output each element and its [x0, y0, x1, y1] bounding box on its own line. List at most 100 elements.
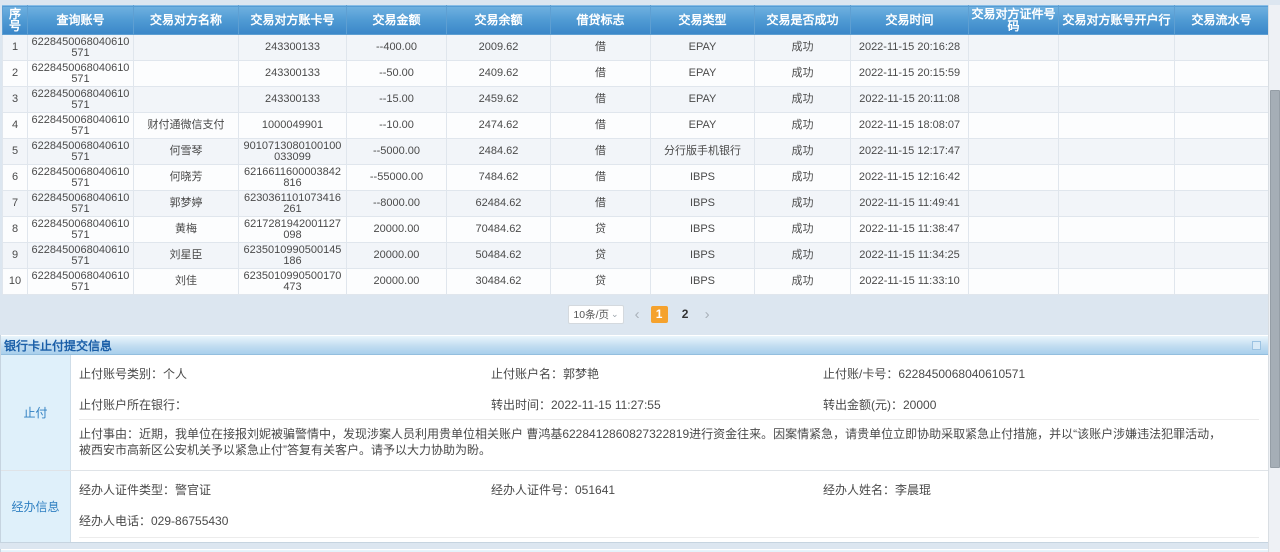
table-cell: IBPS [651, 217, 755, 243]
table-cell [1175, 139, 1269, 165]
vertical-scrollbar[interactable] [1268, 5, 1280, 552]
table-cell [1175, 269, 1269, 295]
table-row[interactable]: 66228450068040610571何晓芳62166116000038428… [3, 165, 1269, 191]
table-cell [1059, 217, 1175, 243]
table-cell: 6216611600003842816 [239, 165, 347, 191]
table-cell: 9010713080100100033099 [239, 139, 347, 165]
table-cell [1059, 113, 1175, 139]
table-cell [1175, 191, 1269, 217]
table-cell: 8 [3, 217, 28, 243]
table-cell: 6217281942001127098 [239, 217, 347, 243]
page-button-2[interactable]: 2 [677, 306, 694, 323]
pagination: 10条/页 ⌄ ‹ 1 2 › [0, 299, 1280, 329]
table-cell: 2022-11-15 20:11:08 [851, 87, 969, 113]
table-cell: 刘佳 [134, 269, 239, 295]
table-cell: 2022-11-15 12:17:47 [851, 139, 969, 165]
column-header: 交易余额 [447, 6, 551, 35]
table-cell: 成功 [755, 269, 851, 295]
table-cell: 贷 [551, 243, 651, 269]
table-cell: 成功 [755, 139, 851, 165]
column-header: 序号 [3, 6, 28, 35]
header-row: 序号查询账号交易对方名称交易对方账卡号交易金额交易余额借贷标志交易类型交易是否成… [3, 6, 1269, 35]
table-row[interactable]: 26228450068040610571243300133--50.002409… [3, 61, 1269, 87]
table-cell: 6228450068040610571 [28, 35, 134, 61]
table-cell: 2459.62 [447, 87, 551, 113]
table-cell [969, 113, 1059, 139]
table-row[interactable]: 56228450068040610571何雪琴90107130801001000… [3, 139, 1269, 165]
table-cell [1175, 87, 1269, 113]
table-cell: IBPS [651, 243, 755, 269]
table-cell: 郭梦婷 [134, 191, 239, 217]
divider [79, 537, 1259, 538]
table-cell: --10.00 [347, 113, 447, 139]
table-cell: 贷 [551, 217, 651, 243]
table-cell [134, 61, 239, 87]
table-cell: 243300133 [239, 87, 347, 113]
table-row[interactable]: 36228450068040610571243300133--15.002459… [3, 87, 1269, 113]
table-cell: EPAY [651, 87, 755, 113]
table-cell [969, 87, 1059, 113]
table-cell: 2 [3, 61, 28, 87]
stop-payment-body: 止付 止付账号类别：个人 止付账户名：郭梦艳 止付账/卡号：6228450068… [1, 355, 1269, 542]
table-cell [969, 139, 1059, 165]
table-cell [1059, 269, 1175, 295]
column-header: 借贷标志 [551, 6, 651, 35]
table-cell: 6235010990500170473 [239, 269, 347, 295]
collapse-icon[interactable] [1252, 341, 1261, 350]
table-cell: 6228450068040610571 [28, 217, 134, 243]
table-cell: 成功 [755, 191, 851, 217]
table-row[interactable]: 16228450068040610571243300133--400.00200… [3, 35, 1269, 61]
table-cell: EPAY [651, 113, 755, 139]
field-account-name: 止付账户名：郭梦艳 [491, 365, 823, 382]
table-cell [969, 165, 1059, 191]
table-cell: 6228450068040610571 [28, 139, 134, 165]
table-cell: 借 [551, 87, 651, 113]
field-transfer-amount: 转出金额(元)：20000 [823, 396, 1259, 413]
table-cell [1175, 243, 1269, 269]
table-row[interactable]: 76228450068040610571郭梦婷62303611010734162… [3, 191, 1269, 217]
table-cell: 成功 [755, 165, 851, 191]
table-cell: 7484.62 [447, 165, 551, 191]
table-cell [969, 243, 1059, 269]
stop-payment-section-header: 银行卡止付提交信息 [1, 335, 1269, 355]
table-row[interactable]: 86228450068040610571黄梅621728194200112709… [3, 217, 1269, 243]
table-cell [1175, 61, 1269, 87]
field-row: 止付账号类别：个人 止付账户名：郭梦艳 止付账/卡号：6228450068040… [79, 357, 1259, 388]
page-size-select[interactable]: 10条/页 ⌄ [568, 305, 623, 324]
column-header: 交易对方名称 [134, 6, 239, 35]
page: 序号查询账号交易对方名称交易对方账卡号交易金额交易余额借贷标志交易类型交易是否成… [0, 0, 1280, 552]
table-cell: 9 [3, 243, 28, 269]
table-cell: IBPS [651, 269, 755, 295]
table-cell: 借 [551, 35, 651, 61]
table-cell: 何晓芳 [134, 165, 239, 191]
column-header: 查询账号 [28, 6, 134, 35]
table-cell: 2022-11-15 11:33:10 [851, 269, 969, 295]
prev-page-button[interactable]: ‹ [633, 307, 642, 322]
table-cell: 20000.00 [347, 217, 447, 243]
page-button-1[interactable]: 1 [651, 306, 668, 323]
scrollbar-thumb[interactable] [1270, 90, 1280, 468]
table-row[interactable]: 46228450068040610571财付通微信支付1000049901--1… [3, 113, 1269, 139]
table-cell: 2022-11-15 20:16:28 [851, 35, 969, 61]
table-cell: 借 [551, 165, 651, 191]
table-cell [1175, 35, 1269, 61]
table-cell: 借 [551, 139, 651, 165]
table-cell [1059, 61, 1175, 87]
column-header: 交易时间 [851, 6, 969, 35]
stop-payment-section: 银行卡止付提交信息 止付 止付账号类别：个人 止付账户名：郭梦艳 止付账/卡号：… [0, 335, 1270, 543]
table-cell [1059, 165, 1175, 191]
table-cell: 成功 [755, 243, 851, 269]
table-cell [1059, 139, 1175, 165]
table-cell: 6 [3, 165, 28, 191]
table-cell [969, 217, 1059, 243]
table-cell: 6228450068040610571 [28, 87, 134, 113]
table-cell: 2022-11-15 12:16:42 [851, 165, 969, 191]
next-page-button[interactable]: › [703, 307, 712, 322]
field-transfer-time: 转出时间：2022-11-15 11:27:55 [491, 396, 823, 413]
table-cell: 分行版手机银行 [651, 139, 755, 165]
table-row[interactable]: 106228450068040610571刘佳62350109905001704… [3, 269, 1269, 295]
table-cell: 2022-11-15 11:49:41 [851, 191, 969, 217]
table-cell: 2484.62 [447, 139, 551, 165]
table-row[interactable]: 96228450068040610571刘星臣62350109905001451… [3, 243, 1269, 269]
group-label-stop-payment: 止付 [1, 355, 71, 470]
